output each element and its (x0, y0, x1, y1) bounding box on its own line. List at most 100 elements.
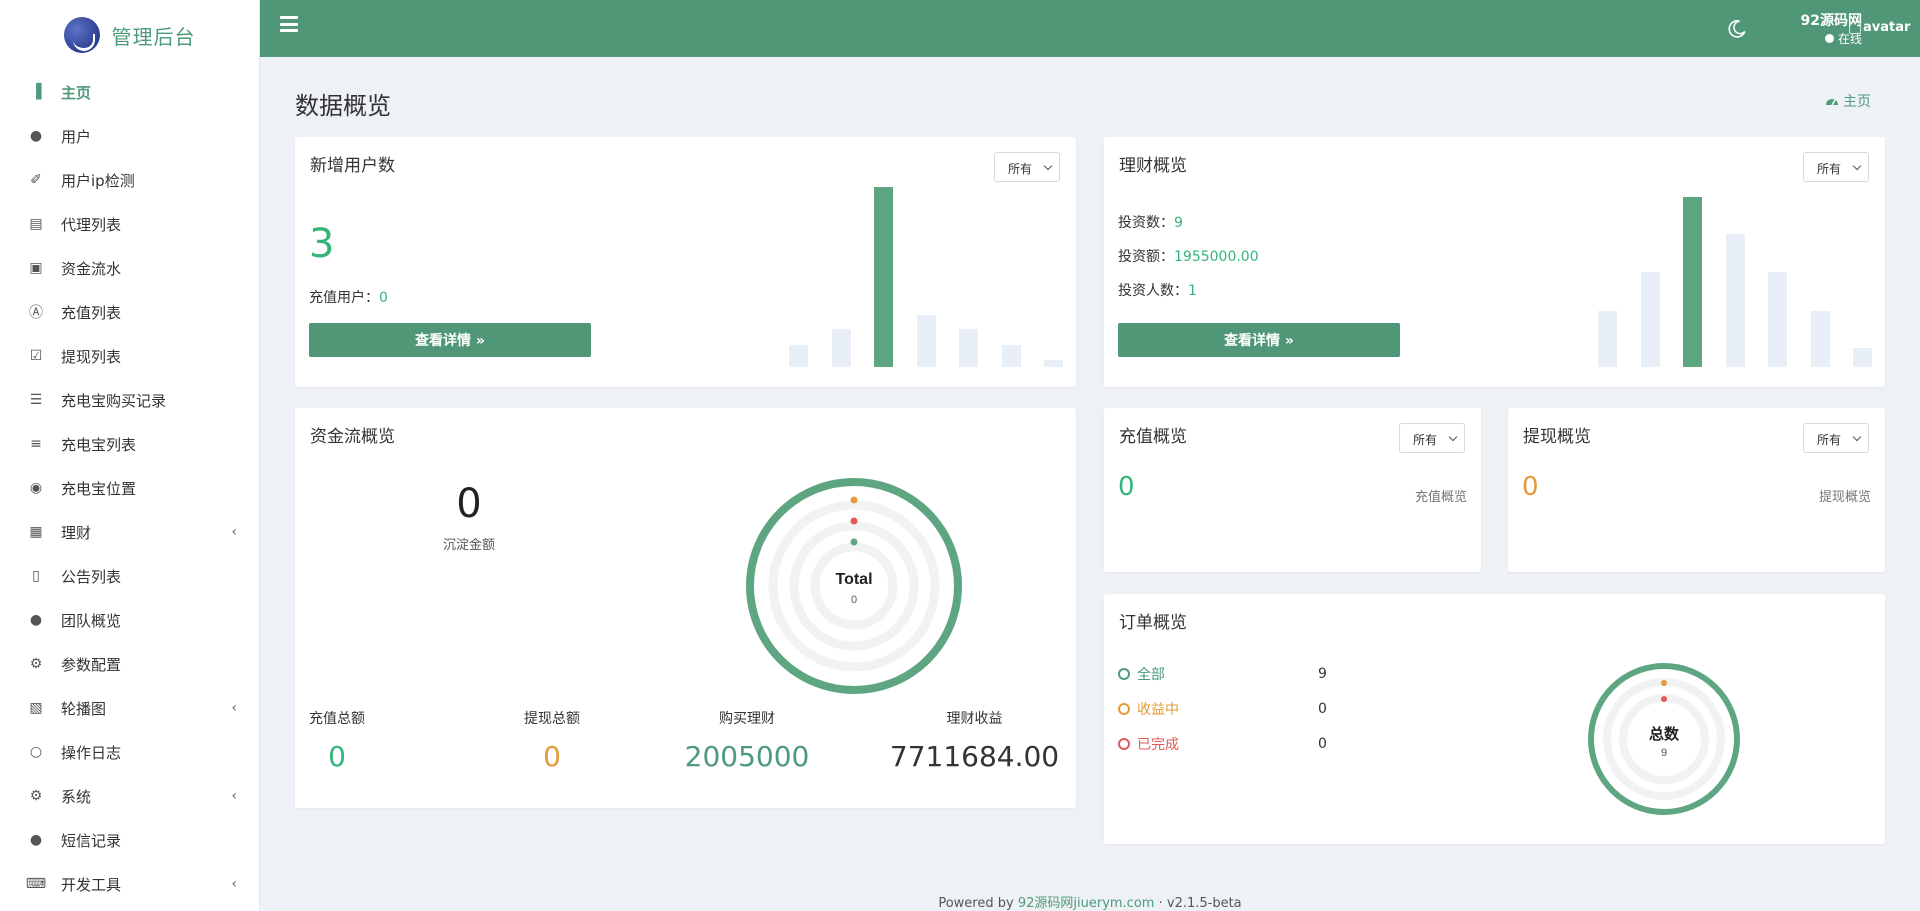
orders-legend-value: 0 (1318, 736, 1327, 752)
sidebar-item-label: 代理列表 (61, 215, 122, 234)
sidebar-item-label: 主页 (61, 83, 92, 102)
sidebar-item-5[interactable]: Ⓐ 充值列表 (0, 290, 259, 334)
sidebar-item-10[interactable]: ▦ 理财 ‹ (0, 510, 259, 554)
recharge-users-label: 充值用户： (309, 290, 379, 306)
finance-details-button[interactable]: 查看详情 » (1118, 323, 1400, 357)
font-box-icon: Ⓐ (29, 305, 43, 321)
brand-logo-icon (63, 17, 100, 53)
sidebar-item-7[interactable]: ☰ 充电宝购买记录 (0, 378, 259, 422)
avatar-alt-text: avatar (1863, 20, 1911, 35)
footer-prefix: Powered by (938, 896, 1014, 911)
funds-donut-chart: Total 0 (746, 478, 962, 694)
new-users-bar-chart (789, 187, 1063, 367)
moon-icon[interactable] (1727, 19, 1747, 39)
chart-bar (1598, 310, 1617, 367)
money-icon: ▣ (29, 260, 43, 276)
keyboard-icon: ⌨ (25, 876, 47, 892)
map-pin-icon: ◉ (29, 480, 43, 496)
address-book-icon: ▤ (29, 216, 43, 232)
sidebar-item-13[interactable]: ⚙ 参数配置 (0, 642, 259, 686)
sidebar-item-label: 充电宝位置 (61, 479, 137, 498)
sidebar-item-6[interactable]: ☑ 提现列表 (0, 334, 259, 378)
finance-filter-select[interactable]: 所有 (1803, 152, 1869, 182)
sidebar-item-label: 理财 (61, 523, 92, 542)
sidebar-item-8[interactable]: ≡ 充电宝列表 (0, 422, 259, 466)
sidebar-item-label: 参数配置 (61, 655, 122, 674)
chart-bar (1768, 271, 1787, 367)
sidebar-item-label: 系统 (61, 787, 92, 806)
avatar[interactable]: avatar (1849, 20, 1910, 35)
sidebar-item-label: 轮播图 (61, 699, 107, 718)
sidebar-item-11[interactable]: ▯ 公告列表 (0, 554, 259, 598)
top-bar: 92源码网 在线 avatar (260, 0, 1920, 57)
chevron-left-icon: ‹ (231, 876, 237, 892)
card-title: 新增用户数 (310, 156, 395, 176)
investors-label: 投资人数： (1118, 283, 1188, 299)
orders-legend-value: 9 (1318, 666, 1327, 682)
footer-link[interactable]: 92源码网jiuerym.com (1018, 896, 1155, 911)
sidebar-item-14[interactable]: ▧ 轮播图 ‹ (0, 686, 259, 730)
invest-count-label: 投资数： (1118, 215, 1174, 231)
footer-version: v2.1.5-beta (1166, 896, 1242, 911)
comment-icon: ● (29, 832, 43, 848)
orders-legend-label: 全部 (1137, 667, 1165, 683)
sidebar-item-label: 提现列表 (61, 347, 122, 366)
breadcrumb-home: 主页 (1843, 94, 1871, 110)
chart-bar (831, 329, 851, 367)
chevron-left-icon: ‹ (231, 700, 237, 716)
footer: Powered by 92源码网jiuerym.com · v2.1.5-bet… (260, 892, 1920, 911)
recharge-filter-select[interactable]: 所有 (1399, 423, 1465, 453)
withdraw-caption: 提现概览 (1818, 490, 1871, 505)
dashboard-icon (1826, 99, 1838, 106)
circle-icon: ○ (29, 744, 43, 760)
bar-chart-icon: ▐ (30, 84, 42, 100)
list-icon: ☰ (29, 392, 43, 408)
finance-card: 理财概览 所有 投资数：9 投资额：1955000.00 投资人数：1 查看详情… (1104, 137, 1885, 387)
chart-bar (874, 187, 893, 367)
orders-legend-row: 已完成 0 (1118, 734, 1418, 754)
sidebar-item-3[interactable]: ▤ 代理列表 (0, 202, 259, 246)
card-title: 充值概览 (1119, 427, 1187, 447)
sidebar-item-18[interactable]: ⌨ 开发工具 ‹ (0, 862, 259, 906)
sidebar-item-4[interactable]: ▣ 资金流水 (0, 246, 259, 290)
card-title: 提现概览 (1523, 427, 1591, 447)
sidebar-item-label: 充电宝列表 (61, 435, 137, 454)
user-icon: ● (29, 128, 43, 144)
new-users-filter-select[interactable]: 所有 (994, 152, 1060, 182)
funds-card: 资金流概览 0 沉淀金额 Total 0 充值总额 0 提现总额 0 购买理财 20050… (295, 408, 1076, 808)
sidebar-item-17[interactable]: ● 短信记录 (0, 818, 259, 862)
chevron-left-icon: ‹ (231, 788, 237, 804)
chart-bar (916, 314, 936, 367)
funds-stat-value: 7711684.00 (889, 740, 1060, 773)
sidebar-item-1[interactable]: ● 用户 (0, 114, 259, 158)
investors-value: 1 (1188, 283, 1197, 299)
chart-bar (789, 345, 808, 367)
menu-toggle-icon[interactable] (280, 16, 298, 32)
orders-legend-value: 0 (1318, 701, 1327, 717)
sidebar-item-15[interactable]: ○ 操作日志 (0, 730, 259, 774)
withdraw-filter-select[interactable]: 所有 (1803, 423, 1869, 453)
funds-donut-value: 0 (851, 594, 857, 606)
recharge-caption: 充值概览 (1414, 490, 1467, 505)
orders-donut-value: 9 (1661, 747, 1667, 759)
sidebar-item-12[interactable]: ● 团队概览 (0, 598, 259, 642)
chart-bar (959, 329, 978, 367)
sidebar-item-0[interactable]: ▐ 主页 (0, 70, 259, 114)
sidebar-item-16[interactable]: ⚙ 系统 ‹ (0, 774, 259, 818)
finance-bar-chart (1598, 197, 1872, 367)
page-title: 数据概览 (295, 92, 391, 120)
sidebar-item-label: 充电宝购买记录 (61, 391, 167, 410)
ring-circle-icon (1118, 738, 1130, 750)
sidebar-item-2[interactable]: ✐ 用户ip检测 (0, 158, 259, 202)
recharge-value: 0 (1118, 472, 1135, 502)
sidebar-item-9[interactable]: ◉ 充电宝位置 (0, 466, 259, 510)
sidebar-item-label: 短信记录 (61, 831, 122, 850)
invest-amount-label: 投资额： (1118, 249, 1174, 265)
brand[interactable]: 管理后台 (0, 0, 259, 70)
card-title: 订单概览 (1119, 613, 1187, 633)
recharge-card: 充值概览 所有 0 充值概览 (1104, 408, 1481, 572)
users-icon: ● (29, 612, 43, 628)
new-users-details-button[interactable]: 查看详情 » (309, 323, 591, 357)
breadcrumb[interactable]: 主页 (1825, 91, 1871, 111)
recharge-users-row: 充值用户：0 (309, 287, 388, 307)
